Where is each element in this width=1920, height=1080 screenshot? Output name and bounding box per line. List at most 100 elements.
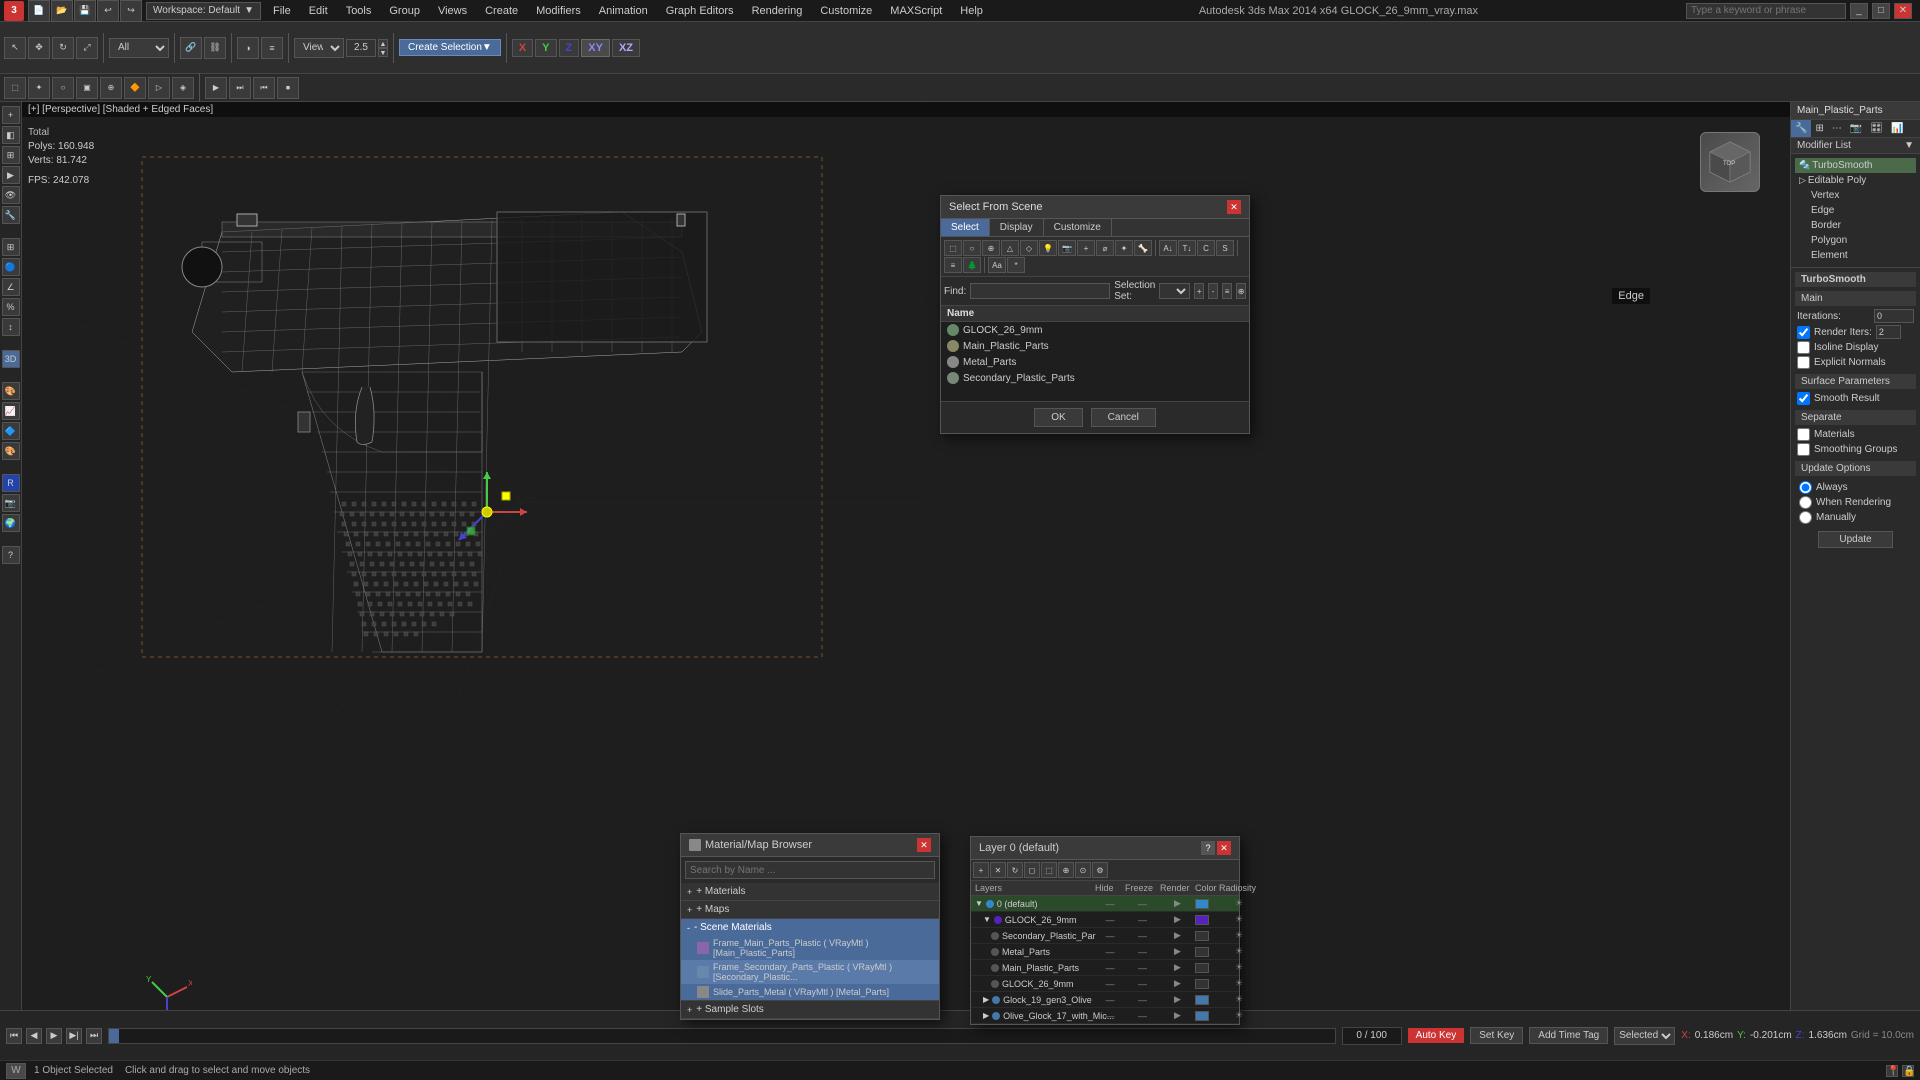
sel-set-btn4[interactable]: ⊕ <box>1236 283 1246 299</box>
modifier-element[interactable]: Element <box>1795 248 1916 263</box>
sidebar-display[interactable]: 👁 <box>2 186 20 204</box>
layer-color-mp[interactable] <box>1195 963 1209 973</box>
sidebar-spinner[interactable]: ↕ <box>2 318 20 336</box>
welcome-btn[interactable]: W <box>6 1063 26 1079</box>
sel-light[interactable]: 💡 <box>1039 240 1057 256</box>
sel-set-btn1[interactable]: + <box>1194 283 1204 299</box>
tb2-btn8[interactable]: ◈ <box>172 77 194 99</box>
mb-search-input[interactable] <box>685 861 935 879</box>
sidebar-schematic[interactable]: 🔷 <box>2 422 20 440</box>
tb2-btn5[interactable]: ⊕ <box>100 77 122 99</box>
layer-radiosity-g19[interactable]: ☀ <box>1219 994 1259 1005</box>
timeline-cursor[interactable] <box>109 1029 119 1043</box>
tb2-btn7[interactable]: ▷ <box>148 77 170 99</box>
layer-radiosity-sec[interactable]: ☀ <box>1219 930 1259 941</box>
scale-btn[interactable]: ⤢ <box>76 37 98 59</box>
sel-geo[interactable]: △ <box>1001 240 1019 256</box>
layer-item-main-plastic[interactable]: Main_Plastic_Parts — — ▶ ☀ <box>971 960 1239 976</box>
layer-item-glock-sub[interactable]: GLOCK_26_9mm — — ▶ ☀ <box>971 976 1239 992</box>
playback-end[interactable]: ⏭ <box>86 1028 102 1044</box>
layer-color-olive[interactable] <box>1195 1011 1209 1021</box>
menu-create[interactable]: Create <box>477 3 526 19</box>
sel-helper[interactable]: + <box>1077 240 1095 256</box>
explicit-normals-check[interactable] <box>1797 356 1810 369</box>
menu-edit[interactable]: Edit <box>301 3 336 19</box>
layer-hide-default[interactable]: — <box>1095 899 1125 909</box>
layer-settings[interactable]: ⚙ <box>1092 862 1108 878</box>
sidebar-color[interactable]: 🎨 <box>2 442 20 460</box>
playback-next[interactable]: ▶| <box>66 1028 82 1044</box>
save-btn[interactable]: 💾 <box>74 0 96 22</box>
layer-hide-sec[interactable]: — <box>1095 931 1125 941</box>
layer-color-glock[interactable] <box>1195 915 1209 925</box>
sel-all[interactable]: ⬚ <box>944 240 962 256</box>
sidebar-snap[interactable]: ⊞ <box>2 238 20 256</box>
manually-radio[interactable] <box>1799 511 1812 524</box>
sidebar-create[interactable]: + <box>2 106 20 124</box>
tb2-btn3[interactable]: ○ <box>52 77 74 99</box>
always-radio[interactable] <box>1799 481 1812 494</box>
modifier-edge[interactable]: Edge <box>1795 203 1916 218</box>
menu-maxscript[interactable]: MAXScript <box>882 3 950 19</box>
layer-render-mp[interactable]: ▶ <box>1160 962 1195 973</box>
render-iters-input[interactable] <box>1876 325 1901 339</box>
tb2-render4[interactable]: ⏹ <box>277 77 299 99</box>
modifier-polygon[interactable]: Polygon <box>1795 233 1916 248</box>
smoothing-groups-check[interactable] <box>1797 443 1810 456</box>
percent-down[interactable]: ▼ <box>378 48 388 57</box>
modifier-list-dropdown[interactable]: ▼ <box>1904 140 1914 151</box>
sel-sort-type[interactable]: T↓ <box>1178 240 1196 256</box>
sel-tree[interactable]: 🌲 <box>963 257 981 273</box>
sidebar-hierarchy[interactable]: ⊞ <box>2 146 20 164</box>
mb-close-btn[interactable]: ✕ <box>917 838 931 852</box>
menu-group[interactable]: Group <box>381 3 428 19</box>
frame-counter[interactable]: 0 / 100 <box>1342 1027 1402 1045</box>
layer-radiosity-olive[interactable]: ☀ <box>1219 1010 1259 1021</box>
select-tab[interactable]: Select <box>941 219 990 236</box>
sel-sort-name[interactable]: A↓ <box>1159 240 1177 256</box>
iterations-input[interactable] <box>1874 309 1914 323</box>
cancel-btn[interactable]: Cancel <box>1091 408 1156 427</box>
layer-new[interactable]: + <box>973 862 989 878</box>
menu-tools[interactable]: Tools <box>338 3 380 19</box>
smooth-result-check[interactable] <box>1797 392 1810 405</box>
modifier-turboosmooth[interactable]: 🔩 TurboSmooth <box>1795 158 1916 173</box>
sel-case[interactable]: Aa <box>988 257 1006 273</box>
find-input[interactable] <box>970 283 1110 299</box>
layer-radiosity-mp[interactable]: ☀ <box>1219 962 1259 973</box>
menu-modifiers[interactable]: Modifiers <box>528 3 589 19</box>
layer-item-metal[interactable]: Metal_Parts — — ▶ ☀ <box>971 944 1239 960</box>
menu-views[interactable]: Views <box>430 3 475 19</box>
sidebar-magnet[interactable]: 🔵 <box>2 258 20 276</box>
layer-radiosity-default[interactable]: ☀ <box>1219 898 1259 909</box>
sel-shape[interactable]: ◇ <box>1020 240 1038 256</box>
rotate-btn[interactable]: ↻ <box>52 37 74 59</box>
sel-warp[interactable]: ⌀ <box>1096 240 1114 256</box>
layer-freeze-mp[interactable]: — <box>1125 963 1160 973</box>
selection-filter[interactable]: Create Selection▼ <box>399 39 501 56</box>
mb-item-slide-metal[interactable]: Slide_Parts_Metal ( VRayMtl ) [Metal_Par… <box>681 984 939 1000</box>
layer-expand-glock[interactable]: ▼ <box>983 915 991 924</box>
layer-freeze-default[interactable]: — <box>1125 899 1160 909</box>
layer-render-gs[interactable]: ▶ <box>1160 978 1195 989</box>
menu-animation[interactable]: Animation <box>591 3 656 19</box>
playback-start[interactable]: ⏮ <box>6 1028 22 1044</box>
select-item-main-plastic[interactable]: Main_Plastic_Parts <box>941 338 1249 354</box>
close-btn[interactable]: ✕ <box>1894 3 1912 19</box>
sidebar-render[interactable]: R <box>2 474 20 492</box>
layer-color-g19[interactable] <box>1195 995 1209 1005</box>
panel-icon3[interactable]: ⋯ <box>1828 120 1846 137</box>
tb2-btn4[interactable]: ▣ <box>76 77 98 99</box>
sel-set-btn3[interactable]: ≡ <box>1222 283 1232 299</box>
mb-scene-materials-header[interactable]: - - Scene Materials <box>681 919 939 936</box>
panel-icon5[interactable]: 🎛 <box>1866 120 1887 137</box>
layer-help-btn[interactable]: ? <box>1201 841 1215 855</box>
menu-graph-editors[interactable]: Graph Editors <box>658 3 742 19</box>
layer-delete[interactable]: ✕ <box>990 862 1006 878</box>
layer-freeze-glock[interactable]: — <box>1125 915 1160 925</box>
sidebar-modify[interactable]: ◧ <box>2 126 20 144</box>
mb-item-frame-main[interactable]: Frame_Main_Parts_Plastic ( VRayMtl ) [Ma… <box>681 936 939 960</box>
status-icon1[interactable]: 📍 <box>1886 1065 1898 1077</box>
menu-help[interactable]: Help <box>952 3 991 19</box>
sidebar-utilities[interactable]: 🔧 <box>2 206 20 224</box>
